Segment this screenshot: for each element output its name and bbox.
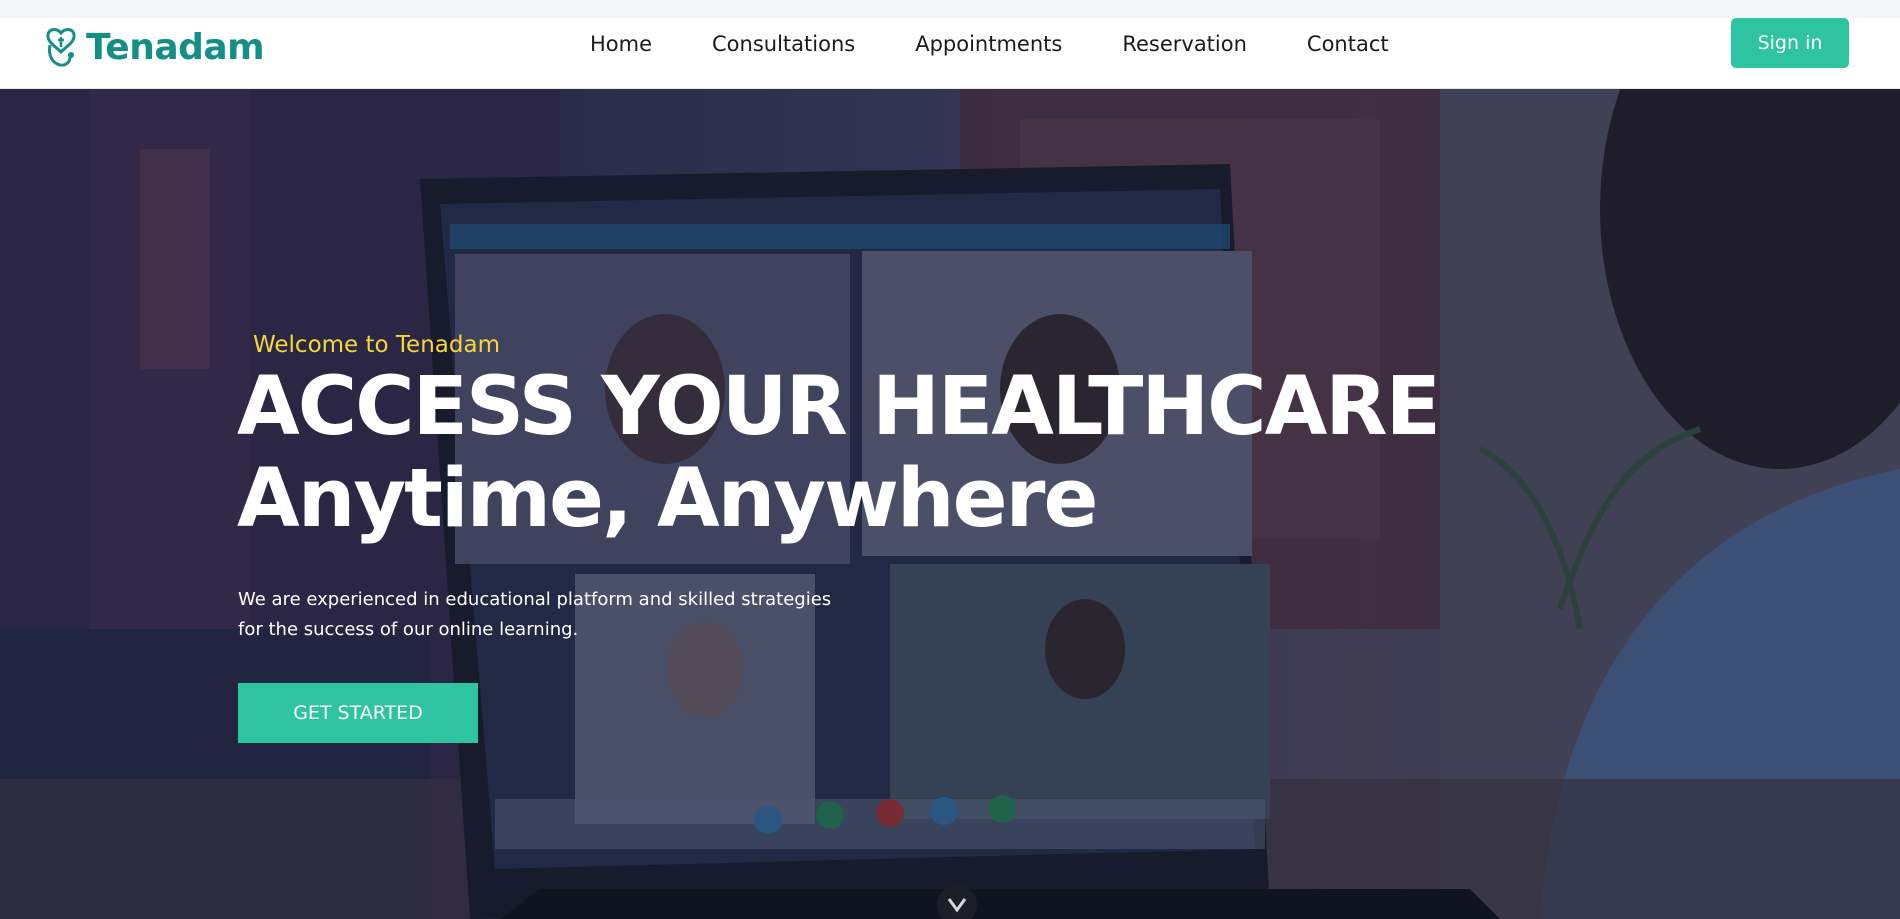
nav-item-appointments[interactable]: Appointments xyxy=(915,32,1062,56)
hero-headline: ACCESS YOUR HEALTHCARE Anytime, Anywhere xyxy=(237,360,1441,546)
scroll-down-button[interactable] xyxy=(937,885,977,919)
get-started-button[interactable]: GET STARTED xyxy=(238,683,478,743)
stethoscope-heart-icon xyxy=(46,28,76,67)
navbar: Tenadam Home Consultations Appointments … xyxy=(0,18,1900,89)
nav-item-reservation[interactable]: Reservation xyxy=(1122,32,1247,56)
chevron-down-icon xyxy=(947,898,967,913)
brand-name: Tenadam xyxy=(86,26,265,68)
sign-in-button[interactable]: Sign in xyxy=(1731,18,1849,68)
browser-top-strip xyxy=(0,0,1900,18)
welcome-text: Welcome to Tenadam xyxy=(253,332,500,358)
nav-item-contact[interactable]: Contact xyxy=(1307,32,1389,56)
brand-logo[interactable]: Tenadam xyxy=(44,22,265,72)
description-line-1: We are experienced in educational platfo… xyxy=(238,589,832,610)
nav-item-consultations[interactable]: Consultations xyxy=(712,32,855,56)
nav-item-home[interactable]: Home xyxy=(590,32,652,56)
hero-description: We are experienced in educational platfo… xyxy=(238,585,858,645)
headline-line-2: Anytime, Anywhere xyxy=(237,452,1098,546)
hero-section: Welcome to Tenadam ACCESS YOUR HEALTHCAR… xyxy=(0,89,1900,919)
description-line-2: for the success of our online learning. xyxy=(238,619,579,640)
main-nav: Home Consultations Appointments Reservat… xyxy=(590,18,1449,70)
headline-line-1: ACCESS YOUR HEALTHCARE xyxy=(237,360,1441,454)
